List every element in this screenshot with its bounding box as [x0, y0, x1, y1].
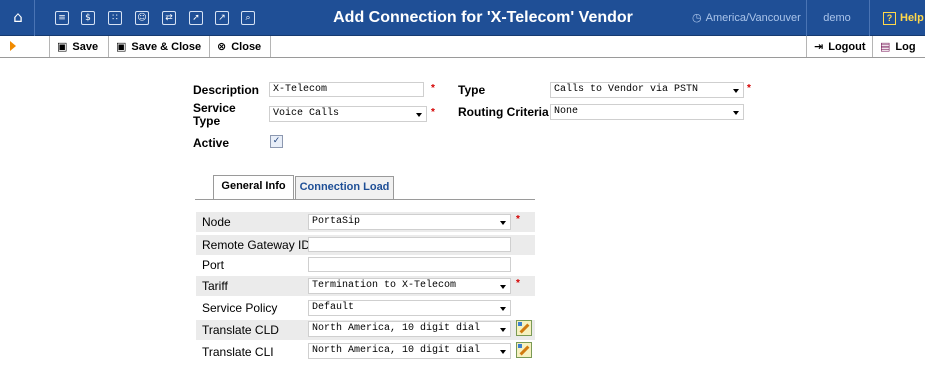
timezone-link[interactable]: ◷ America/Vancouver	[692, 0, 801, 36]
clock-icon: ◷	[692, 11, 702, 24]
node-label: Node	[202, 215, 231, 229]
chevron-down-icon	[416, 113, 422, 117]
export-icon[interactable]: ➚	[189, 11, 203, 25]
home-icon[interactable]: ⌂	[9, 8, 27, 26]
active-label: Active	[193, 136, 230, 150]
close-button[interactable]: ⊗ Close	[209, 36, 271, 57]
translate-cld-select[interactable]: North America, 10 digit dial	[308, 321, 511, 337]
chevron-down-icon	[500, 350, 506, 354]
dollar-icon[interactable]: $	[81, 11, 95, 25]
translate-cli-value: North America, 10 digit dial	[312, 345, 481, 356]
switch-icon[interactable]: ⇄	[162, 11, 176, 25]
chevron-down-icon	[733, 111, 739, 115]
close-label: Close	[231, 41, 262, 53]
service-type-label-line2: Type	[193, 114, 221, 128]
tariff-select[interactable]: Termination to X-Telecom	[308, 278, 511, 294]
edit-translation-icon[interactable]	[516, 342, 532, 358]
chevron-down-icon	[733, 89, 739, 93]
save-button[interactable]: ▣ Save	[49, 36, 98, 57]
divider	[869, 0, 870, 36]
service-type-value: Voice Calls	[273, 108, 340, 119]
action-toolbar: ▣ Save ▣ Save & Close ⊗ Close ⇥ Logout ▤ Log	[0, 36, 925, 58]
port-input[interactable]	[308, 257, 511, 272]
help-icon: ?	[883, 11, 896, 25]
logout-label: Logout	[828, 41, 866, 53]
divider	[34, 0, 35, 36]
toolbar-arrow-icon	[10, 41, 16, 51]
save-close-button[interactable]: ▣ Save & Close	[108, 36, 201, 57]
type-value: Calls to Vendor via PSTN	[554, 84, 699, 95]
required-marker: *	[431, 107, 435, 118]
help-link[interactable]: ? Help	[883, 0, 924, 36]
tariff-label: Tariff	[202, 279, 228, 293]
service-policy-select[interactable]: Default	[308, 300, 511, 316]
list-icon[interactable]: ≡	[55, 11, 69, 25]
required-marker: *	[747, 83, 751, 94]
chevron-down-icon	[500, 285, 506, 289]
routing-criteria-select[interactable]: None	[550, 104, 744, 120]
type-label: Type	[458, 83, 486, 97]
service-type-label-line1: Service	[193, 101, 236, 115]
required-marker: *	[431, 83, 435, 94]
description-label: Description	[193, 83, 260, 97]
grid-icon[interactable]: ∷	[108, 11, 122, 25]
save-close-label: Save & Close	[131, 41, 202, 53]
page-title: Add Connection for 'X-Telecom' Vendor	[333, 9, 633, 26]
routing-criteria-value: None	[554, 106, 579, 117]
service-type-select[interactable]: Voice Calls	[269, 106, 427, 122]
service-policy-label: Service Policy	[202, 301, 278, 315]
tab-connection-load[interactable]: Connection Load	[295, 176, 394, 199]
node-select[interactable]: PortaSip	[308, 214, 511, 230]
logout-icon: ⇥	[814, 40, 824, 53]
remote-gateway-id-input[interactable]	[308, 237, 511, 252]
edit-translation-icon[interactable]	[516, 320, 532, 336]
tariff-value: Termination to X-Telecom	[312, 280, 457, 291]
remote-gateway-id-label: Remote Gateway ID	[202, 238, 311, 252]
save-label: Save	[72, 41, 99, 53]
chevron-down-icon	[500, 328, 506, 332]
translate-cld-value: North America, 10 digit dial	[312, 323, 481, 334]
tab-underline	[195, 199, 535, 200]
person-icon[interactable]: ☺	[135, 11, 149, 25]
timezone-label: America/Vancouver	[705, 12, 801, 24]
port-label: Port	[202, 258, 225, 272]
current-user[interactable]: demo	[806, 0, 868, 36]
chevron-down-icon	[500, 221, 506, 225]
translate-cli-label: Translate CLI	[202, 345, 274, 359]
description-input[interactable]: X-Telecom	[269, 82, 424, 97]
log-icon: ▤	[880, 40, 891, 53]
close-icon: ⊗	[217, 40, 227, 53]
help-label: Help	[900, 12, 924, 24]
tab-general-info[interactable]: General Info	[213, 175, 294, 200]
log-label: Log	[895, 41, 916, 53]
required-marker: *	[516, 214, 520, 225]
chart-icon[interactable]: ↗	[215, 11, 229, 25]
logout-button[interactable]: ⇥ Logout	[806, 36, 872, 57]
translate-cld-label: Translate CLD	[202, 323, 279, 337]
chevron-down-icon	[500, 307, 506, 311]
routing-criteria-label: Routing Criteria	[458, 105, 549, 119]
log-button[interactable]: ▤ Log	[872, 36, 916, 57]
required-marker: *	[516, 278, 520, 289]
service-type-label: Service Type	[193, 102, 236, 128]
translate-cli-select[interactable]: North America, 10 digit dial	[308, 343, 511, 359]
active-checkbox[interactable]: ✓	[270, 135, 283, 148]
floppy-icon: ▣	[57, 40, 68, 53]
node-value: PortaSip	[312, 216, 361, 227]
top-navigation-bar: ⌂ ≡ $ ∷ ☺ ⇄ ➚ ↗ ⌕ Add Connection for 'X-…	[0, 0, 925, 36]
floppy-icon: ▣	[116, 40, 127, 53]
service-policy-value: Default	[312, 302, 355, 313]
type-select[interactable]: Calls to Vendor via PSTN	[550, 82, 744, 98]
search-icon[interactable]: ⌕	[241, 11, 255, 25]
